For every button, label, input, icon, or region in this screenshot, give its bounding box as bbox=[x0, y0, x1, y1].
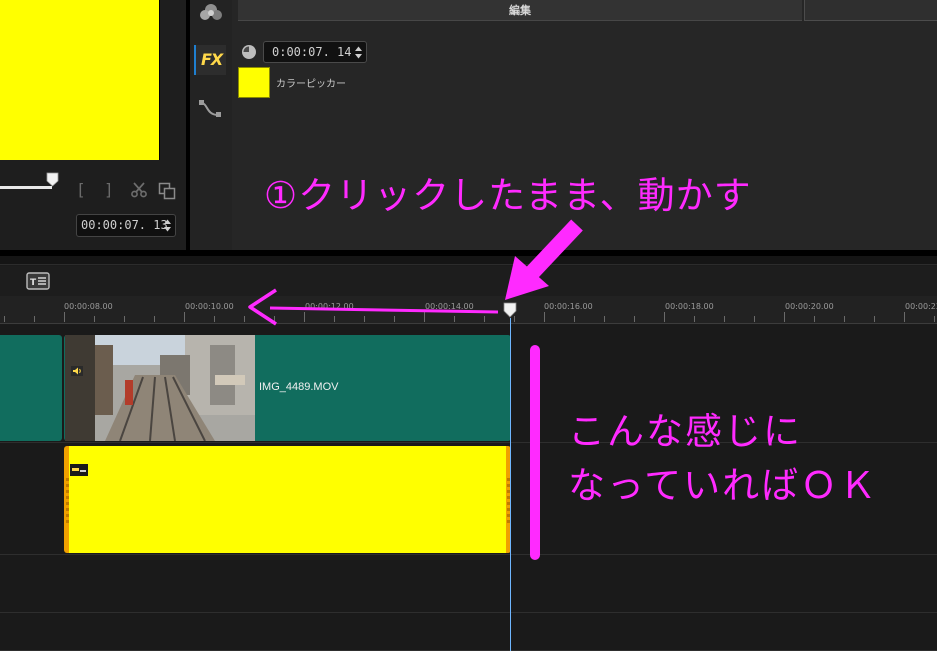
color-clip-icon bbox=[70, 464, 88, 476]
ruler-tick bbox=[544, 312, 545, 322]
ruler-tick bbox=[184, 312, 185, 322]
ruler-tick bbox=[274, 316, 275, 322]
ruler-label: 00:00:22.00 bbox=[905, 302, 937, 311]
ruler-tick bbox=[784, 312, 785, 322]
ruler-tick bbox=[214, 316, 215, 322]
options-header: 編集 bbox=[238, 0, 802, 21]
ruler-tick bbox=[724, 316, 725, 322]
ruler-tick bbox=[424, 312, 425, 322]
ruler-tick bbox=[244, 316, 245, 322]
ruler-tick bbox=[334, 316, 335, 322]
ruler-tick bbox=[484, 316, 485, 322]
ruler-tick bbox=[934, 316, 935, 322]
previous-clip[interactable] bbox=[0, 335, 62, 441]
duration-timecode[interactable]: 0:00:07. 14 bbox=[263, 41, 367, 63]
ruler-tick bbox=[604, 316, 605, 322]
track-row[interactable] bbox=[0, 613, 937, 651]
fx-icon: FX bbox=[201, 50, 223, 69]
scrubber-handle-icon[interactable] bbox=[46, 172, 59, 187]
mark-in-button[interactable]: [ bbox=[76, 180, 86, 199]
annotation-step1: ①クリックしたまま、動かす bbox=[264, 174, 752, 217]
tab-fx[interactable]: FX bbox=[194, 45, 226, 75]
options-icon-strip bbox=[190, 0, 232, 250]
ruler-tick bbox=[574, 316, 575, 322]
title-track-icon[interactable]: T bbox=[26, 272, 50, 290]
mark-out-button[interactable]: ] bbox=[104, 180, 114, 199]
ruler-tick bbox=[394, 316, 395, 322]
annotation-result-line1: こんな感じに bbox=[568, 410, 802, 453]
preview-scrubber-track[interactable] bbox=[0, 186, 52, 189]
timeline-toolbar bbox=[0, 266, 937, 296]
preview-timecode[interactable]: 00:00:07. 13 bbox=[76, 214, 176, 237]
ruler-tick bbox=[94, 316, 95, 322]
ruler-tick bbox=[874, 316, 875, 322]
ruler-tick bbox=[844, 316, 845, 322]
timecode-spin-icon[interactable] bbox=[163, 218, 172, 233]
ruler-label: 00:00:10.00 bbox=[185, 302, 234, 311]
ruler-tick bbox=[814, 316, 815, 322]
ruler-tick bbox=[34, 316, 35, 322]
scissors-icon[interactable] bbox=[130, 181, 148, 199]
color-clip[interactable] bbox=[64, 446, 511, 553]
video-clip-name: IMG_4489.MOV bbox=[259, 381, 339, 393]
ruler-tick bbox=[454, 316, 455, 322]
color-picker-swatch[interactable] bbox=[238, 67, 270, 98]
ruler-tick bbox=[364, 316, 365, 322]
clock-icon bbox=[242, 45, 256, 59]
preview-timecode-value[interactable]: 00:00:07. 13 bbox=[81, 218, 168, 232]
ruler-tick bbox=[634, 316, 635, 322]
ruler-tick bbox=[64, 312, 65, 322]
effect-icon[interactable] bbox=[198, 0, 224, 24]
preview-screen bbox=[0, 0, 160, 160]
ruler-tick bbox=[754, 316, 755, 322]
color-picker-label: カラーピッカー bbox=[276, 79, 346, 90]
copy-icon[interactable] bbox=[158, 182, 176, 200]
duration-timecode-value[interactable]: 0:00:07. 14 bbox=[272, 45, 351, 59]
ruler-label: 00:00:14.00 bbox=[425, 302, 474, 311]
ruler-label: 00:00:16.00 bbox=[544, 302, 593, 311]
playhead-line bbox=[510, 318, 511, 651]
options-title: 編集 bbox=[509, 4, 531, 17]
clip-trim-handle-left[interactable] bbox=[66, 478, 69, 524]
ruler-label: 00:00:18.00 bbox=[665, 302, 714, 311]
options-side-tab[interactable] bbox=[804, 0, 937, 21]
ruler-tick bbox=[904, 312, 905, 322]
ruler-label: 00:00:20.00 bbox=[785, 302, 834, 311]
audio-icon bbox=[71, 366, 83, 376]
ruler-tick bbox=[154, 316, 155, 322]
ruler-label: 00:00:12.00 bbox=[305, 302, 354, 311]
ruler-tick bbox=[664, 312, 665, 322]
ruler-tick bbox=[124, 316, 125, 322]
annotation-result-line2: なっていればＯＫ bbox=[568, 464, 879, 507]
ruler-label: 00:00:08.00 bbox=[64, 302, 113, 311]
ruler-tick bbox=[304, 312, 305, 322]
ruler-tick bbox=[694, 316, 695, 322]
video-clip-thumbnail bbox=[65, 335, 255, 441]
motion-path-icon[interactable] bbox=[198, 98, 222, 120]
playhead-handle-icon[interactable] bbox=[502, 302, 518, 318]
svg-text:T: T bbox=[30, 278, 37, 288]
ruler-tick bbox=[4, 316, 5, 322]
duration-spin-icon[interactable] bbox=[354, 45, 363, 60]
track-row[interactable] bbox=[0, 555, 937, 613]
timeline-top-bar bbox=[0, 256, 937, 265]
annotation-result: こんな感じに なっていればＯＫ bbox=[568, 405, 878, 513]
